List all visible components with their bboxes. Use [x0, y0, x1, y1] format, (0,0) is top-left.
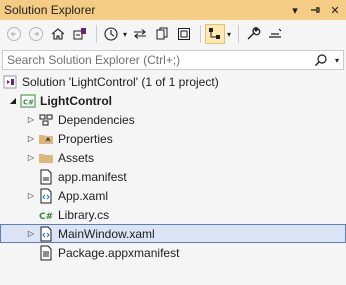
tree-item-label: Library.cs [58, 207, 110, 222]
project-label: LightControl [40, 93, 112, 108]
xaml-file-icon [38, 226, 54, 242]
manifest-file-icon [38, 169, 54, 185]
solution-icon [2, 74, 18, 90]
xaml-file-icon [38, 188, 54, 204]
expand-triangle-icon[interactable]: ▷ [24, 151, 38, 165]
svg-text:C#: C# [39, 212, 53, 222]
tree-item-label: Dependencies [58, 112, 135, 127]
solution-label: Solution 'LightControl' (1 of 1 project) [22, 74, 219, 89]
search-options-dropdown-icon[interactable]: ▾ [331, 56, 343, 65]
show-all-files-dropdown-icon[interactable]: ▾ [227, 30, 231, 39]
properties-folder-icon [38, 131, 54, 147]
expand-triangle-icon[interactable]: ▷ [24, 132, 38, 146]
tree-item-properties[interactable]: ▷ Properties [0, 129, 346, 148]
forward-arrow-icon [29, 27, 43, 41]
toolbar-separator [96, 25, 97, 43]
tree-item-app-manifest[interactable]: app.manifest [0, 167, 346, 186]
tree-item-label: MainWindow.xaml [58, 226, 155, 241]
home-icon [51, 28, 65, 40]
tree-item-label: Properties [58, 131, 113, 146]
csharp-project-icon: C# [20, 93, 36, 109]
tree-item-package-appxmanifest[interactable]: Package.appxmanifest [0, 243, 346, 262]
tree-item-assets[interactable]: ▷ Assets [0, 148, 346, 167]
forward-button[interactable] [26, 24, 46, 44]
tree-item-label: Package.appxmanifest [58, 245, 180, 260]
expand-triangle-icon[interactable]: ▷ [24, 113, 38, 127]
toolbar-separator [200, 25, 202, 43]
collapse-all-button[interactable] [174, 24, 194, 44]
title-bar: Solution Explorer ▾ ✕ [0, 0, 346, 20]
preview-selected-items-button[interactable] [265, 24, 285, 44]
tree-item-dependencies[interactable]: ▷ Dependencies [0, 110, 346, 129]
tree-item-library-cs[interactable]: C# Library.cs [0, 205, 346, 224]
home-button[interactable] [48, 24, 68, 44]
csharp-file-icon: C# [38, 207, 54, 223]
search-icon[interactable] [311, 51, 331, 69]
tree-item-project[interactable]: ◢ C# LightControl [0, 91, 346, 110]
back-button[interactable] [4, 24, 24, 44]
search-box: ▾ [2, 50, 344, 70]
sync-with-active-document-button[interactable] [130, 24, 150, 44]
pending-changes-dropdown-icon[interactable]: ▾ [123, 30, 127, 39]
switch-views-button[interactable] [70, 24, 90, 44]
svg-text:C#: C# [23, 98, 34, 106]
refresh-button[interactable] [152, 24, 172, 44]
tree-item-mainwindow-xaml[interactable]: ▷ MainWindow.xaml [0, 224, 346, 243]
pending-changes-filter-button[interactable] [101, 24, 121, 44]
expand-triangle-icon[interactable]: ▷ [24, 189, 38, 203]
clock-icon [104, 27, 118, 41]
tree-item-app-xaml[interactable]: ▷ App.xaml [0, 186, 346, 205]
tree-item-label: App.xaml [58, 188, 109, 203]
show-all-files-button[interactable] [205, 24, 226, 44]
back-arrow-icon [7, 27, 21, 41]
tree-item-solution[interactable]: Solution 'LightControl' (1 of 1 project) [0, 72, 346, 91]
appxmanifest-file-icon [38, 245, 54, 261]
window-position-dropdown-icon[interactable]: ▾ [288, 3, 302, 17]
properties-button[interactable] [243, 24, 263, 44]
dependencies-icon [38, 112, 54, 128]
wrench-icon [247, 27, 261, 40]
tree-hierarchy-icon [209, 28, 221, 39]
toolbar: ▾ ▾ [0, 20, 346, 48]
collapse-all-icon [178, 28, 191, 40]
preview-icon [269, 28, 282, 38]
tree-item-label: app.manifest [58, 169, 127, 184]
window-title: Solution Explorer [4, 3, 96, 17]
sync-arrows-icon [134, 29, 147, 39]
switch-views-icon [73, 28, 86, 40]
solution-tree: Solution 'LightControl' (1 of 1 project)… [0, 72, 346, 262]
search-input[interactable] [3, 51, 311, 69]
collapse-triangle-icon[interactable]: ◢ [6, 94, 20, 108]
toolbar-separator [238, 25, 240, 43]
pin-icon[interactable] [308, 3, 322, 17]
tree-item-label: Assets [58, 150, 95, 165]
close-icon[interactable]: ✕ [328, 3, 342, 17]
copy-pages-icon [156, 27, 168, 40]
expand-triangle-icon[interactable]: ▷ [24, 227, 38, 241]
folder-icon [38, 150, 54, 166]
title-actions: ▾ ✕ [288, 1, 342, 19]
